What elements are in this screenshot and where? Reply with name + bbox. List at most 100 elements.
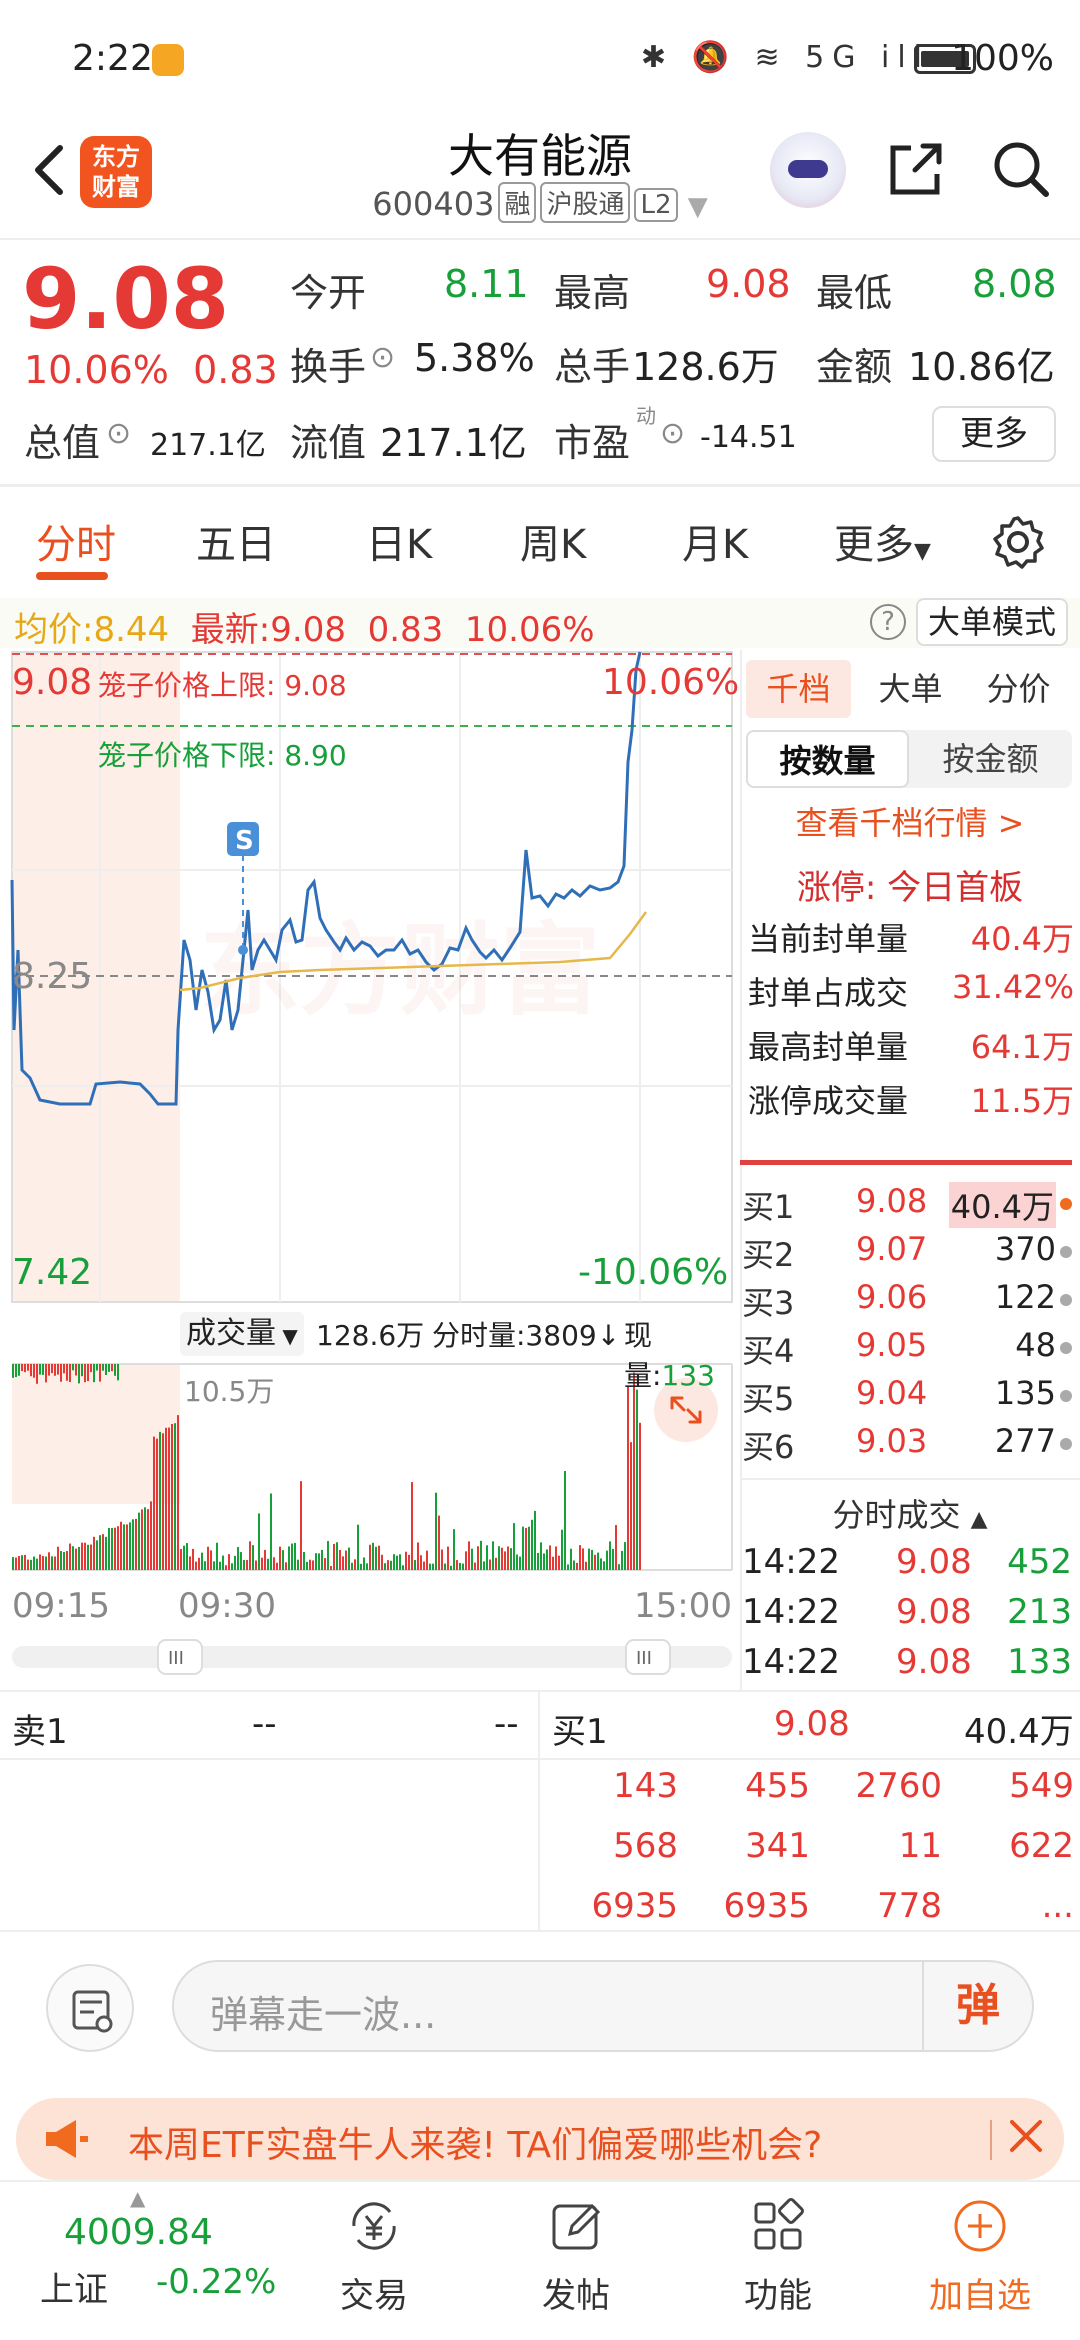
- index-name[interactable]: 上证: [40, 2262, 108, 2311]
- volume-bar: [477, 1546, 479, 1570]
- volume-selector[interactable]: 成交量 ▼: [180, 1312, 304, 1356]
- volume-bar: [564, 1470, 566, 1570]
- bid-row[interactable]: 买3 9.06 122: [740, 1278, 1080, 1326]
- view-depth-link[interactable]: 查看千档行情 >: [740, 798, 1080, 844]
- volume-bar: [312, 1560, 314, 1570]
- chart-tabs: 分时 五日 日K 周K 月K 更多▼: [0, 486, 1080, 598]
- volume-bar: [615, 1525, 617, 1570]
- volume-bar: [99, 1364, 101, 1382]
- volume-bar: [114, 1527, 116, 1570]
- low-value: 8.08: [972, 262, 1057, 306]
- volume-bar: [45, 1364, 47, 1383]
- volume-bar: [219, 1561, 221, 1570]
- volume-bar: [507, 1546, 509, 1570]
- svg-text:III: III: [168, 1648, 184, 1669]
- tab-monthly-k[interactable]: 月K: [682, 512, 748, 570]
- more-button[interactable]: 更多: [932, 406, 1056, 462]
- volume-bar: [51, 1364, 53, 1374]
- volume-bar: [405, 1551, 407, 1570]
- volume-bar: [87, 1364, 89, 1382]
- tab-thousand-level[interactable]: 千档: [746, 660, 851, 718]
- volume-bar: [36, 1364, 38, 1384]
- search-icon[interactable]: [990, 138, 1052, 200]
- info-icon[interactable]: ⊙: [370, 340, 395, 375]
- tab-more[interactable]: 更多▼: [834, 512, 931, 570]
- bid-row[interactable]: 买1 9.08 40.4万: [740, 1182, 1080, 1230]
- back-arrow-icon[interactable]: [22, 140, 82, 200]
- tab-intraday[interactable]: 分时: [36, 512, 116, 570]
- volume-bar: [204, 1561, 206, 1570]
- volume-bar: [522, 1526, 524, 1570]
- nav-post[interactable]: 发帖: [516, 2196, 636, 2317]
- index-change[interactable]: -0.22%: [156, 2262, 276, 2302]
- danmaku-input[interactable]: 弹幕走一波... 弹: [172, 1960, 1034, 2052]
- chart-bottom-price: 7.42: [12, 1252, 93, 1293]
- volume-bar: [84, 1542, 86, 1570]
- promo-banner[interactable]: 本周ETF实盘牛人来袭! TA们偏爱哪些机会?: [16, 2098, 1064, 2180]
- volume-bar: [468, 1541, 470, 1570]
- share-icon[interactable]: [885, 138, 947, 200]
- volume-bar: [540, 1542, 542, 1570]
- bid-row[interactable]: 买6 9.03 277: [740, 1422, 1080, 1470]
- volume-bar: [366, 1563, 368, 1570]
- volume-bar: [597, 1552, 599, 1570]
- tab-big-order[interactable]: 大单: [858, 660, 963, 718]
- order-queue: 卖1 -- -- 买1 9.08 40.4万 143 455 2760 549 …: [0, 1690, 1080, 1932]
- nav-trade[interactable]: 交易: [314, 2196, 434, 2317]
- danmaku-toggle-button[interactable]: 弹: [922, 1962, 1032, 2050]
- promo-text[interactable]: 本周ETF实盘牛人来袭! TA们偏爱哪些机会?: [128, 2116, 822, 2168]
- volume-bar: [156, 1438, 158, 1570]
- bid-row[interactable]: 买4 9.05 48: [740, 1326, 1080, 1374]
- help-icon[interactable]: ?: [870, 604, 906, 640]
- settings-gear-icon[interactable]: [990, 514, 1046, 570]
- close-icon[interactable]: [1004, 2114, 1048, 2158]
- volume-bar: [210, 1550, 212, 1570]
- volume-bar: [111, 1364, 113, 1372]
- by-amount-button[interactable]: 按金额: [909, 730, 1072, 788]
- current-price: 9.08: [22, 250, 230, 348]
- comment-settings-icon[interactable]: [46, 1964, 134, 2052]
- volume-bar: [60, 1551, 62, 1570]
- ai-assistant-icon[interactable]: [770, 132, 846, 208]
- info-icon[interactable]: ⊙: [106, 416, 131, 451]
- bid-row[interactable]: 买5 9.04 135: [740, 1374, 1080, 1422]
- nav-add-watchlist[interactable]: 加自选: [920, 2196, 1040, 2317]
- tab-5day[interactable]: 五日: [196, 512, 276, 570]
- time-end: 15:00: [634, 1586, 732, 1626]
- volume-bar: [546, 1549, 548, 1570]
- tab-weekly-k[interactable]: 周K: [520, 512, 586, 570]
- info-icon[interactable]: ⊙: [660, 416, 685, 451]
- ticks-title[interactable]: 分时成交 ▲: [740, 1490, 1080, 1536]
- intraday-chart[interactable]: 东方财富 S III III 9.08 笼子价格上限: 9.08 笼子价格下限:…: [0, 650, 740, 1690]
- dropdown-icon[interactable]: ▼: [688, 192, 708, 222]
- volume-bar: [423, 1561, 425, 1570]
- volume-bar: [630, 1442, 632, 1570]
- volume-bar: [132, 1519, 134, 1570]
- volume-bar: [249, 1541, 251, 1570]
- bid-row[interactable]: 买2 9.07 370: [740, 1230, 1080, 1278]
- tab-daily-k[interactable]: 日K: [366, 512, 432, 570]
- volume-bar: [12, 1557, 14, 1570]
- trade-yen-icon: [352, 2202, 396, 2250]
- queue-cell: 6935: [723, 1886, 810, 1926]
- volume-bar: [15, 1557, 17, 1570]
- volume-bar: [72, 1546, 74, 1570]
- volume-bar: [123, 1524, 125, 1570]
- volume-bar: [627, 1385, 629, 1570]
- queue-cell[interactable]: ...: [954, 1886, 1074, 1926]
- by-quantity-button[interactable]: 按数量: [746, 730, 909, 788]
- volume-bar: [90, 1364, 92, 1373]
- volume-bar: [435, 1492, 437, 1570]
- tab-by-price[interactable]: 分价: [966, 660, 1071, 718]
- volume-bar: [114, 1364, 116, 1376]
- nav-functions[interactable]: 功能: [718, 2196, 838, 2317]
- volume-bar: [285, 1562, 287, 1570]
- pe-dynamic-mark: 动: [636, 404, 656, 428]
- sell1-volume: --: [494, 1704, 519, 1744]
- volume-bar: [63, 1364, 65, 1374]
- volume-bar: [276, 1562, 278, 1570]
- volume-bar: [288, 1546, 290, 1570]
- index-value[interactable]: 4009.84: [64, 2212, 213, 2253]
- app-logo[interactable]: 东方 财富: [80, 136, 152, 208]
- big-order-mode-button[interactable]: 大单模式: [916, 598, 1068, 646]
